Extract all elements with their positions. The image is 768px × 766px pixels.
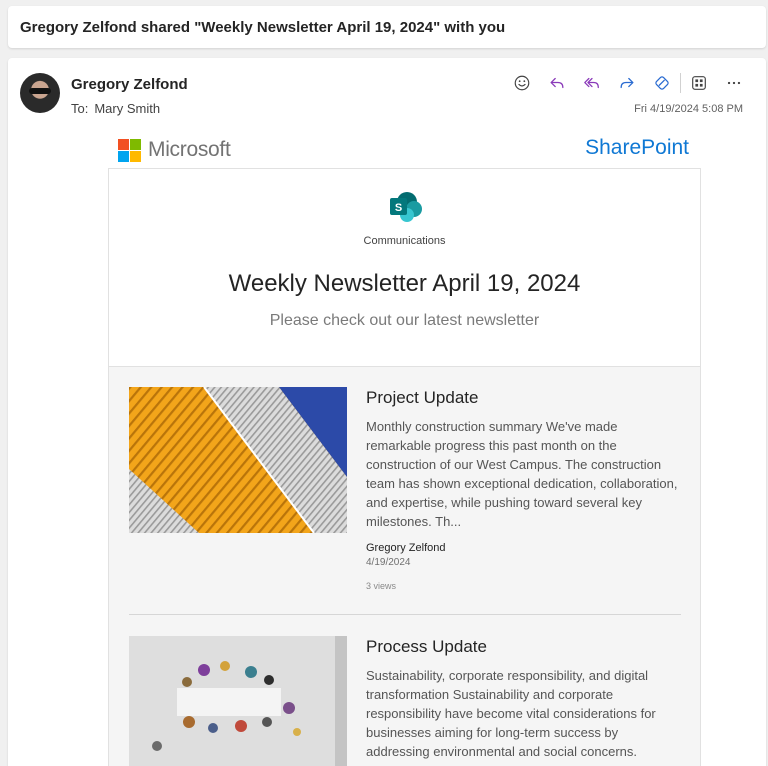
newsletter-title[interactable]: Weekly Newsletter April 19, 2024 [109, 270, 700, 298]
article-title[interactable]: Project Update [366, 388, 682, 408]
to-label: To: [71, 101, 89, 116]
logo-square-green [130, 138, 141, 150]
message-card: Gregory Zelfond To: Mary Smith Fri 4/19/2… [8, 58, 766, 766]
toolbar-divider [680, 73, 681, 93]
sharepoint-wordmark: SharePoint [585, 136, 689, 159]
loop-icon [655, 76, 669, 90]
sharepoint-icon[interactable]: S [388, 191, 422, 223]
forward-button[interactable] [613, 70, 641, 96]
newsletter-subtitle: Please check out our latest newsletter [269, 312, 540, 329]
more-actions-button[interactable] [720, 70, 748, 96]
smile-icon [514, 75, 530, 91]
logo-square-blue [118, 150, 129, 162]
logo-square-red [118, 138, 129, 150]
article-thumbnail[interactable] [129, 636, 347, 766]
email-subject: Gregory Zelfond shared "Weekly Newslette… [20, 18, 506, 36]
article-text: Process Update Sustainability, corporate… [366, 636, 682, 761]
article-views: 3 views [366, 581, 397, 591]
site-name[interactable]: Communications [109, 235, 700, 247]
logo-square-yellow [130, 150, 141, 162]
microsoft-wordmark: Microsoft [148, 138, 231, 161]
svg-text:S: S [395, 202, 402, 214]
recipient-name[interactable]: Mary Smith [94, 101, 160, 116]
react-button[interactable] [508, 70, 536, 96]
forward-icon [620, 77, 634, 89]
reply-all-button[interactable] [578, 70, 606, 96]
sent-date: Fri 4/19/2024 5:08 PM [634, 103, 743, 115]
newsletter-card: S Communications Weekly Newsletter April… [108, 168, 701, 766]
sender-name[interactable]: Gregory Zelfond [71, 76, 188, 93]
news-article[interactable]: Project Update Monthly construction summ… [129, 387, 681, 615]
apps-button[interactable] [685, 70, 713, 96]
article-text: Project Update Monthly construction summ… [366, 387, 682, 591]
newsletter-header: S Communications Weekly Newsletter April… [109, 169, 700, 367]
office-meeting-image [129, 636, 347, 766]
microsoft-grid-icon [118, 138, 141, 162]
construction-image [129, 387, 347, 533]
article-title[interactable]: Process Update [366, 637, 682, 657]
microsoft-logo: Microsoft [118, 138, 231, 162]
newsletter-articles: Project Update Monthly construction summ… [109, 367, 700, 766]
article-author: Gregory Zelfond [366, 542, 446, 554]
recipient-line: To: Mary Smith [71, 101, 160, 116]
article-description: Monthly construction summary We've made … [366, 419, 678, 529]
article-thumbnail[interactable] [129, 387, 347, 533]
news-article[interactable]: Process Update Sustainability, corporate… [129, 636, 681, 766]
more-icon [727, 81, 741, 85]
article-description: Sustainability, corporate responsibility… [366, 668, 656, 759]
article-date: 4/19/2024 [366, 557, 411, 568]
reply-all-icon [584, 77, 599, 89]
reply-button[interactable] [543, 70, 571, 96]
apps-icon [692, 76, 706, 90]
reply-icon [550, 77, 564, 89]
loop-button[interactable] [648, 70, 676, 96]
subject-bar: Gregory Zelfond shared "Weekly Newslette… [8, 6, 766, 48]
avatar[interactable] [20, 73, 60, 113]
message-actions [508, 70, 755, 96]
